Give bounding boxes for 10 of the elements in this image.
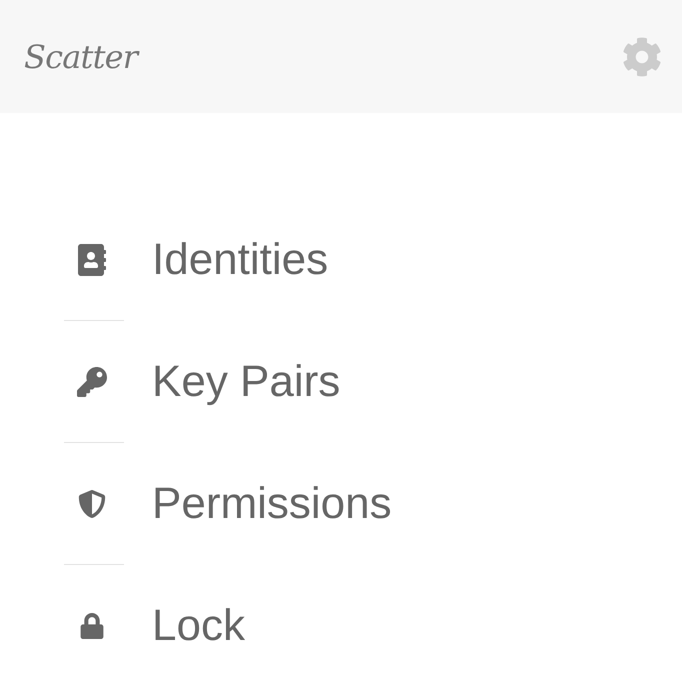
- logo: Scatter: [24, 36, 138, 78]
- menu-item[interactable]: Permissions: [64, 443, 392, 564]
- menu-item[interactable]: Identities: [64, 199, 328, 320]
- menu-item[interactable]: Lock: [64, 565, 245, 686]
- menu-item[interactable]: Key Pairs: [64, 321, 340, 442]
- lock-icon: [78, 612, 104, 638]
- address-book-icon: [76, 244, 108, 276]
- key-icon: [76, 366, 106, 396]
- shield-icon: [78, 490, 106, 518]
- settings-icon: [622, 36, 662, 76]
